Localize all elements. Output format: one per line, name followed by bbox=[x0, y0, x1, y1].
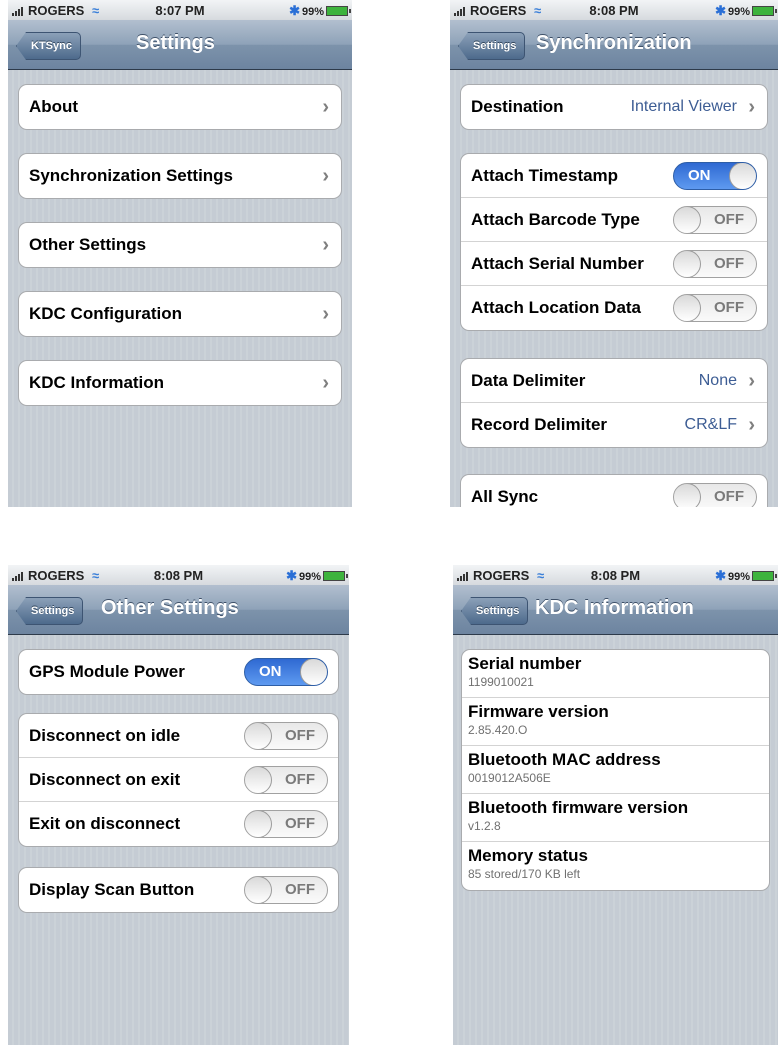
bluetooth-firmware-value: v1.2.8 bbox=[468, 819, 501, 833]
chevron-right-icon: › bbox=[322, 372, 329, 394]
attach-options-group: Attach Timestamp ON Attach Barcode Type … bbox=[460, 153, 768, 331]
gps-group: GPS Module Power ON bbox=[18, 649, 339, 695]
attach-timestamp-row: Attach Timestamp ON bbox=[461, 154, 767, 198]
battery-percent: 99% bbox=[298, 571, 321, 583]
disconnect-on-exit-toggle[interactable]: OFF bbox=[244, 766, 328, 794]
page-title: Settings bbox=[136, 32, 215, 54]
menu-item-other-settings[interactable]: Other Settings › bbox=[18, 222, 342, 268]
chevron-right-icon: › bbox=[322, 96, 329, 118]
battery-icon bbox=[752, 6, 777, 16]
chevron-right-icon: › bbox=[322, 234, 329, 256]
firmware-version-row: Firmware version 2.85.420.O bbox=[462, 698, 769, 746]
gps-module-power-row: GPS Module Power ON bbox=[19, 650, 338, 694]
bluetooth-icon: ✱ bbox=[715, 568, 726, 583]
status-bar: ROGERS ≈ 8:07 PM ✱ 99% bbox=[8, 0, 352, 20]
chevron-right-icon: › bbox=[748, 370, 755, 392]
firmware-version-value: 2.85.420.O bbox=[468, 723, 528, 737]
destination-value: Internal Viewer bbox=[630, 98, 737, 115]
menu-item-kdc-information[interactable]: KDC Information › bbox=[18, 360, 342, 406]
battery-percent: 99% bbox=[727, 571, 750, 583]
bluetooth-mac-value: 0019012A506E bbox=[468, 771, 551, 785]
delimiters-group: Data Delimiter None › Record Delimiter CR&L… bbox=[460, 358, 768, 448]
bluetooth-icon: ✱ bbox=[715, 3, 726, 18]
disconnect-options-group: Disconnect on idle OFF Disconnect on exi… bbox=[18, 713, 339, 847]
memory-status-value: 85 stored/170 KB left bbox=[468, 867, 581, 881]
all-sync-row: All Sync OFF bbox=[461, 475, 767, 507]
memory-status-row: Memory status 85 stored/170 KB left bbox=[462, 842, 769, 890]
bluetooth-icon: ✱ bbox=[286, 568, 297, 583]
disconnect-on-idle-row: Disconnect on idle OFF bbox=[19, 714, 338, 758]
destination-row[interactable]: Destination Internal Viewer › bbox=[460, 84, 768, 130]
navigation-bar: Settings KDC Information bbox=[453, 585, 778, 635]
attach-location-data-toggle[interactable]: OFF bbox=[673, 294, 757, 322]
serial-number-value: 1199010021 bbox=[468, 675, 534, 689]
battery-icon bbox=[326, 6, 351, 16]
other-settings-screen: ROGERS ≈ 8:08 PM ✱ 99% Settings Other Set… bbox=[8, 565, 349, 1045]
navigation-bar: Settings Synchronization bbox=[450, 20, 778, 70]
page-title: Synchronization bbox=[536, 32, 692, 54]
scan-button-group: Display Scan Button OFF bbox=[18, 867, 339, 913]
back-button[interactable]: Settings bbox=[461, 597, 529, 625]
attach-barcode-type-row: Attach Barcode Type OFF bbox=[461, 198, 767, 242]
chevron-right-icon: › bbox=[322, 165, 329, 187]
battery-percent: 99% bbox=[301, 6, 324, 18]
attach-timestamp-toggle[interactable]: ON bbox=[673, 162, 757, 190]
status-bar: ROGERS ≈ 8:08 PM ✱ 99% bbox=[8, 565, 349, 585]
navigation-bar: KTSync Settings bbox=[8, 20, 352, 70]
menu-item-synchronization-settings[interactable]: Synchronization Settings › bbox=[18, 153, 342, 199]
chevron-right-icon: › bbox=[748, 96, 755, 118]
data-delimiter-row[interactable]: Data Delimiter None › bbox=[461, 359, 767, 403]
data-delimiter-value: None bbox=[698, 372, 737, 389]
battery-icon bbox=[752, 571, 777, 581]
bluetooth-firmware-row: Bluetooth firmware version v1.2.8 bbox=[462, 794, 769, 842]
back-button[interactable]: Settings bbox=[16, 597, 84, 625]
serial-number-row: Serial number 1199010021 bbox=[462, 650, 769, 698]
attach-serial-number-row: Attach Serial Number OFF bbox=[461, 242, 767, 286]
all-sync-toggle[interactable]: OFF bbox=[673, 483, 757, 507]
page-title: KDC Information bbox=[535, 597, 694, 619]
exit-on-disconnect-row: Exit on disconnect OFF bbox=[19, 802, 338, 846]
bluetooth-icon: ✱ bbox=[289, 3, 300, 18]
display-scan-button-row: Display Scan Button OFF bbox=[19, 868, 338, 912]
menu-item-kdc-configuration[interactable]: KDC Configuration › bbox=[18, 291, 342, 337]
attach-serial-number-toggle[interactable]: OFF bbox=[673, 250, 757, 278]
back-button[interactable]: Settings bbox=[458, 32, 526, 60]
status-bar: ROGERS ≈ 8:08 PM ✱ 99% bbox=[450, 0, 778, 20]
back-button[interactable]: KTSync bbox=[16, 32, 81, 60]
chevron-right-icon: › bbox=[748, 414, 755, 436]
gps-module-power-toggle[interactable]: ON bbox=[244, 658, 328, 686]
attach-location-data-row: Attach Location Data OFF bbox=[461, 286, 767, 330]
attach-barcode-type-toggle[interactable]: OFF bbox=[673, 206, 757, 234]
navigation-bar: Settings Other Settings bbox=[8, 585, 349, 635]
menu-item-about[interactable]: About › bbox=[18, 84, 342, 130]
record-delimiter-value: CR&LF bbox=[684, 416, 737, 433]
exit-on-disconnect-toggle[interactable]: OFF bbox=[244, 810, 328, 838]
disconnect-on-exit-row: Disconnect on exit OFF bbox=[19, 758, 338, 802]
page-title: Other Settings bbox=[101, 597, 239, 619]
display-scan-button-toggle[interactable]: OFF bbox=[244, 876, 328, 904]
synchronization-screen: ROGERS ≈ 8:08 PM ✱ 99% Settings Synchroni… bbox=[450, 0, 778, 507]
record-delimiter-row[interactable]: Record Delimiter CR&LF › bbox=[461, 403, 767, 447]
battery-icon bbox=[323, 571, 348, 581]
kdc-info-group: Serial number 1199010021 Firmware versio… bbox=[461, 649, 770, 891]
bluetooth-mac-row: Bluetooth MAC address 0019012A506E bbox=[462, 746, 769, 794]
all-sync-group: All Sync OFF bbox=[460, 474, 768, 507]
settings-screen: ROGERS ≈ 8:07 PM ✱ 99% KTSync Settings Ab… bbox=[8, 0, 352, 507]
battery-percent: 99% bbox=[727, 6, 750, 18]
status-bar: ROGERS ≈ 8:08 PM ✱ 99% bbox=[453, 565, 778, 585]
disconnect-on-idle-toggle[interactable]: OFF bbox=[244, 722, 328, 750]
chevron-right-icon: › bbox=[322, 303, 329, 325]
kdc-information-screen: ROGERS ≈ 8:08 PM ✱ 99% Settings KDC Infor… bbox=[453, 565, 778, 1045]
